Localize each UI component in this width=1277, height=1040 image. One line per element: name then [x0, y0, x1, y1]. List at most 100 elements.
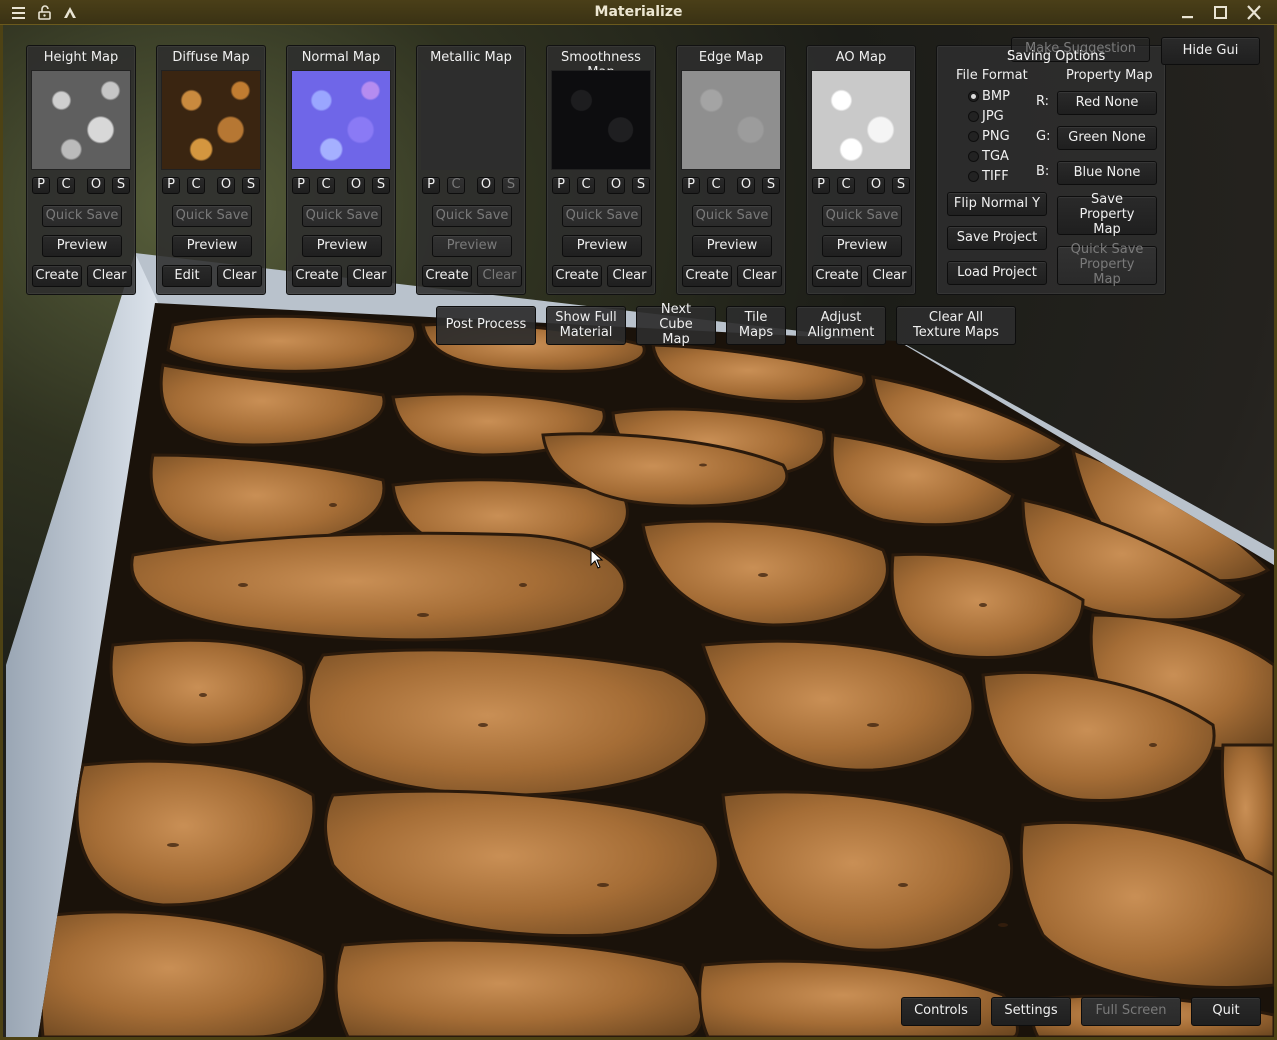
- format-option-bmp[interactable]: BMP: [968, 89, 1010, 104]
- blue-channel-button[interactable]: Blue None: [1057, 161, 1157, 185]
- ao-map-preview-button[interactable]: Preview: [822, 235, 902, 257]
- make-suggestion-button[interactable]: Make Suggestion: [1011, 37, 1150, 62]
- post-process-button[interactable]: Post Process: [436, 306, 536, 345]
- height-map-paste-button[interactable]: P: [32, 177, 50, 194]
- hide-gui-button[interactable]: Hide Gui: [1161, 37, 1260, 65]
- adjust-alignment-button[interactable]: Adjust Alignment: [796, 306, 886, 345]
- ao-map-clear-button[interactable]: Clear: [867, 265, 912, 287]
- edge-map-clear-button[interactable]: Clear: [737, 265, 782, 287]
- ao-map-thumbnail[interactable]: [811, 70, 911, 170]
- smoothness-map-open-button[interactable]: O: [607, 177, 625, 194]
- diffuse-map-copy-button[interactable]: C: [187, 177, 205, 194]
- smoothness-map-paste-button[interactable]: P: [552, 177, 570, 194]
- diffuse-map-clear-button[interactable]: Clear: [217, 265, 262, 287]
- normal-map-create-button[interactable]: Create: [292, 265, 342, 287]
- edge-map-copy-button[interactable]: C: [707, 177, 725, 194]
- green-channel-button[interactable]: Green None: [1057, 126, 1157, 150]
- smoothness-map-save-button[interactable]: S: [632, 177, 650, 194]
- radio-icon[interactable]: [968, 91, 979, 102]
- ao-map-create-button[interactable]: Create: [812, 265, 862, 287]
- ao-map-save-button[interactable]: S: [892, 177, 910, 194]
- format-option-jpg[interactable]: JPG: [968, 109, 1004, 124]
- ao-map-open-button[interactable]: O: [867, 177, 885, 194]
- smoothness-map-preview-button[interactable]: Preview: [562, 235, 642, 257]
- diffuse-map-panel: Diffuse Map P C O S Quick Save Preview E…: [156, 45, 266, 295]
- save-project-button[interactable]: Save Project: [947, 226, 1047, 250]
- metallic-map-thumbnail[interactable]: [421, 70, 521, 170]
- smoothness-map-clear-button[interactable]: Clear: [607, 265, 652, 287]
- height-map-quick-save-button[interactable]: Quick Save: [42, 205, 122, 227]
- height-map-copy-button[interactable]: C: [57, 177, 75, 194]
- normal-map-clear-button[interactable]: Clear: [347, 265, 392, 287]
- format-label: TIFF: [982, 169, 1009, 184]
- controls-button[interactable]: Controls: [901, 997, 981, 1026]
- next-cube-map-button[interactable]: Next Cube Map: [636, 302, 716, 347]
- minimize-icon[interactable]: [1179, 4, 1197, 21]
- normal-map-save-button[interactable]: S: [372, 177, 390, 194]
- ao-map-copy-button[interactable]: C: [837, 177, 855, 194]
- edge-map-preview-button[interactable]: Preview: [692, 235, 772, 257]
- height-map-create-button[interactable]: Create: [32, 265, 82, 287]
- height-map-clear-button[interactable]: Clear: [87, 265, 132, 287]
- radio-icon[interactable]: [968, 111, 979, 122]
- normal-map-open-button[interactable]: O: [347, 177, 365, 194]
- format-option-tga[interactable]: TGA: [968, 149, 1009, 164]
- ao-map-quick-save-button[interactable]: Quick Save: [822, 205, 902, 227]
- height-map-thumbnail[interactable]: [31, 70, 131, 170]
- settings-button[interactable]: Settings: [991, 997, 1071, 1026]
- metallic-map-copy-button[interactable]: C: [447, 177, 465, 194]
- diffuse-map-edit-button[interactable]: Edit: [162, 265, 212, 287]
- radio-icon[interactable]: [968, 151, 979, 162]
- diffuse-map-paste-button[interactable]: P: [162, 177, 180, 194]
- metallic-map-open-button[interactable]: O: [477, 177, 495, 194]
- maximize-icon[interactable]: [1212, 4, 1230, 21]
- show-full-material-button[interactable]: Show Full Material: [546, 306, 626, 345]
- metallic-map-save-button[interactable]: S: [502, 177, 520, 194]
- format-option-tiff[interactable]: TIFF: [968, 169, 1009, 184]
- ao-map-paste-button[interactable]: P: [812, 177, 830, 194]
- radio-icon[interactable]: [968, 131, 979, 142]
- smoothness-map-copy-button[interactable]: C: [577, 177, 595, 194]
- edge-map-save-button[interactable]: S: [762, 177, 780, 194]
- save-property-map-button[interactable]: Save Property Map: [1057, 192, 1157, 237]
- close-icon[interactable]: [1245, 4, 1263, 21]
- metallic-map-quick-save-button[interactable]: Quick Save: [432, 205, 512, 227]
- smoothness-map-create-button[interactable]: Create: [552, 265, 602, 287]
- metallic-map-create-button[interactable]: Create: [422, 265, 472, 287]
- radio-icon[interactable]: [968, 171, 979, 182]
- normal-map-thumbnail[interactable]: [291, 70, 391, 170]
- diffuse-map-quick-save-button[interactable]: Quick Save: [172, 205, 252, 227]
- tile-maps-button[interactable]: Tile Maps: [726, 306, 786, 345]
- edge-map-create-button[interactable]: Create: [682, 265, 732, 287]
- clear-all-texture-maps-button[interactable]: Clear All Texture Maps: [896, 306, 1016, 345]
- edge-map-paste-button[interactable]: P: [682, 177, 700, 194]
- normal-map-paste-button[interactable]: P: [292, 177, 310, 194]
- normal-map-copy-button[interactable]: C: [317, 177, 335, 194]
- diffuse-map-save-button[interactable]: S: [242, 177, 260, 194]
- quit-button[interactable]: Quit: [1191, 997, 1261, 1026]
- metallic-map-clear-button[interactable]: Clear: [477, 265, 522, 287]
- format-option-png[interactable]: PNG: [968, 129, 1010, 144]
- flip-normal-y-button[interactable]: Flip Normal Y: [947, 192, 1047, 216]
- red-channel-button[interactable]: Red None: [1057, 91, 1157, 115]
- quick-save-property-map-button[interactable]: Quick Save Property Map: [1057, 242, 1157, 287]
- diffuse-map-preview-button[interactable]: Preview: [172, 235, 252, 257]
- edge-map-quick-save-button[interactable]: Quick Save: [692, 205, 772, 227]
- metallic-map-paste-button[interactable]: P: [422, 177, 440, 194]
- load-project-button[interactable]: Load Project: [947, 261, 1047, 285]
- diffuse-map-thumbnail[interactable]: [161, 70, 261, 170]
- edge-map-thumbnail[interactable]: [681, 70, 781, 170]
- metallic-map-preview-button[interactable]: Preview: [432, 235, 512, 257]
- height-map-save-button[interactable]: S: [112, 177, 130, 194]
- cracked-mud-surface: [38, 303, 1274, 1037]
- smoothness-map-thumbnail[interactable]: [551, 70, 651, 170]
- smoothness-map-panel: Smoothness Map P C O S Quick Save Previe…: [546, 45, 656, 295]
- normal-map-preview-button[interactable]: Preview: [302, 235, 382, 257]
- edge-map-open-button[interactable]: O: [737, 177, 755, 194]
- smoothness-map-quick-save-button[interactable]: Quick Save: [562, 205, 642, 227]
- height-map-preview-button[interactable]: Preview: [42, 235, 122, 257]
- normal-map-quick-save-button[interactable]: Quick Save: [302, 205, 382, 227]
- diffuse-map-open-button[interactable]: O: [217, 177, 235, 194]
- full-screen-button[interactable]: Full Screen: [1081, 997, 1181, 1026]
- height-map-open-button[interactable]: O: [87, 177, 105, 194]
